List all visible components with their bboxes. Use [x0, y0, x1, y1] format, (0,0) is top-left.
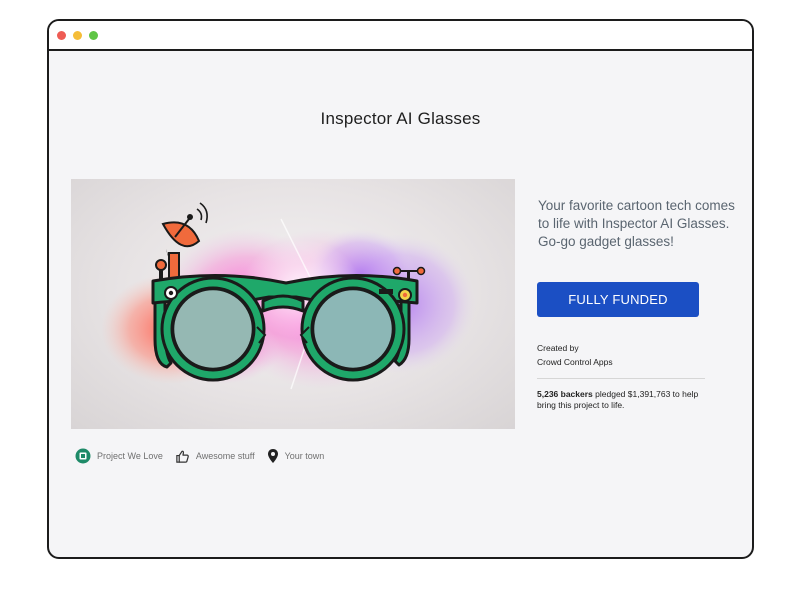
project-meta: Project We Love Awesome stuff Your town [75, 448, 336, 464]
meta-label: Awesome stuff [195, 451, 255, 461]
meta-label: Your town [284, 451, 325, 461]
project-description: Your favorite cartoon tech comes to life… [538, 198, 735, 249]
title-bar [49, 21, 752, 51]
backers-count: 5,236 backers [537, 389, 593, 399]
meta-project-we-love[interactable]: Project We Love [75, 448, 163, 464]
maximize-window-button[interactable] [89, 31, 98, 40]
minimize-window-button[interactable] [73, 31, 82, 40]
meta-label: Project We Love [97, 451, 163, 461]
thumbs-up-icon [175, 449, 190, 464]
glasses-illustration [101, 202, 476, 390]
fully-funded-button[interactable]: FULLY FUNDED [537, 282, 699, 317]
location-pin-icon [267, 448, 279, 464]
divider [537, 378, 705, 379]
created-by-label: Created by [537, 343, 579, 353]
meta-awesome-stuff[interactable]: Awesome stuff [175, 449, 255, 464]
creator-name[interactable]: Crowd Control Apps [537, 357, 613, 367]
close-window-button[interactable] [57, 31, 66, 40]
meta-your-town[interactable]: Your town [267, 448, 325, 464]
project-title: Inspector AI Glasses [320, 109, 481, 128]
project-hero-image[interactable] [71, 179, 515, 429]
pledge-summary: 5,236 backers pledged $1,391,763 to help… [537, 389, 712, 410]
browser-window: Inspector AI Glasses Your favorite carto… [47, 19, 754, 559]
project-we-love-icon [75, 448, 91, 464]
